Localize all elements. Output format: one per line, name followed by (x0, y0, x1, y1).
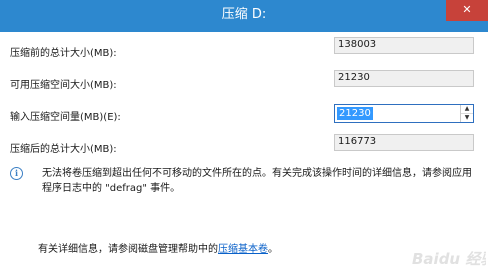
available-space-label: 可用压缩空间大小(MB): (10, 80, 117, 91)
dialog-content: 压缩前的总计大小(MB): 138003 可用压缩空间大小(MB): 21230… (0, 32, 488, 268)
watermark: Baidu 经验 (412, 250, 486, 268)
help-text: 有关详细信息，请参阅磁盘管理帮助中的压缩基本卷。 (38, 240, 278, 255)
total-after-label: 压缩后的总计大小(MB): (10, 144, 117, 155)
window-title: 压缩 D: (221, 7, 267, 22)
help-prefix: 有关详细信息，请参阅磁盘管理帮助中的 (38, 244, 218, 255)
help-suffix: 。 (268, 244, 278, 255)
shrink-amount-stepper[interactable]: 21230 ▲ ▼ (334, 104, 474, 123)
total-before-field: 138003 (334, 37, 474, 54)
arrow-down-icon[interactable]: ▼ (461, 114, 473, 122)
close-icon: ✕ (462, 3, 472, 16)
total-after-field: 116773 (334, 134, 474, 151)
info-message: 无法将卷压缩到超出任何不可移动的文件所在的点。有关完成该操作时间的详细信息，请参… (42, 168, 472, 194)
shrink-amount-input[interactable]: 21230 (337, 107, 373, 120)
total-before-value: 138003 (338, 39, 377, 50)
close-button[interactable]: ✕ (446, 0, 488, 21)
total-before-label: 压缩前的总计大小(MB): (10, 48, 117, 59)
shrink-amount-label: 输入压缩空间量(MB)(E): (10, 112, 121, 123)
help-link[interactable]: 压缩基本卷 (218, 244, 268, 255)
arrow-up-icon[interactable]: ▲ (461, 105, 473, 114)
info-icon: i (10, 167, 23, 180)
available-space-field: 21230 (334, 70, 474, 87)
total-after-value: 116773 (338, 136, 377, 147)
stepper-arrows: ▲ ▼ (460, 105, 473, 122)
available-space-value: 21230 (338, 72, 370, 83)
